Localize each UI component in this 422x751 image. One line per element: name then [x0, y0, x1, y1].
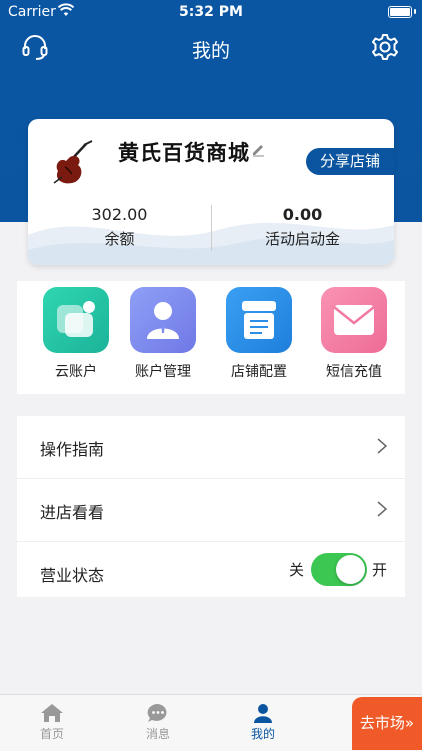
- grid-label-account-manage: 账户管理: [135, 364, 191, 380]
- toggle-on-label: 开: [371, 561, 387, 579]
- shop-card: 黄氏百货商城 分享店铺 302.00 余额 0.00 活动启动金: [28, 119, 394, 265]
- chevron-right-icon: [377, 501, 387, 517]
- message-icon: [147, 703, 167, 722]
- sms-recharge-icon: [321, 287, 387, 353]
- gear-icon[interactable]: [370, 32, 400, 62]
- activity-fund-value: 0.00: [282, 205, 323, 224]
- account-manage-icon: [130, 287, 196, 353]
- share-shop-button[interactable]: 分享店铺: [306, 148, 394, 175]
- tab-mine-label: 我的: [250, 727, 275, 741]
- grid-label-cloud-account: 云账户: [55, 364, 97, 380]
- home-icon: [41, 704, 63, 722]
- grid-item-shop-config[interactable]: 店铺配置: [219, 287, 299, 381]
- battery-icon: [388, 6, 412, 18]
- toggle-off-label: 关: [288, 561, 304, 579]
- grid-item-cloud-account[interactable]: 云账户: [36, 287, 116, 381]
- tab-messages[interactable]: 消息: [128, 703, 188, 742]
- grid-item-sms-recharge[interactable]: 短信充值: [314, 287, 394, 381]
- tab-home-label: 首页: [39, 727, 64, 741]
- edit-pencil-icon[interactable]: [250, 141, 266, 157]
- menu-row-visit-shop[interactable]: 进店看看: [17, 479, 405, 542]
- activity-fund-label: 活动启动金: [264, 230, 340, 248]
- business-status-label: 营业状态: [40, 566, 105, 585]
- menu-row-business-status: 营业状态 关 开: [17, 542, 405, 597]
- balance-stat[interactable]: 302.00 余额: [28, 205, 211, 249]
- double-chevron-right-icon: »: [404, 714, 415, 732]
- menu-row-guide[interactable]: 操作指南: [17, 416, 405, 479]
- settings-list: 操作指南 进店看看 营业状态 关 开: [17, 416, 405, 597]
- clock: 5:32 PM: [179, 4, 243, 20]
- cloud-account-icon: [43, 287, 109, 353]
- shop-logo-violin-icon: [53, 140, 93, 184]
- balance-label: 余额: [104, 230, 135, 248]
- person-icon: [254, 704, 272, 723]
- shop-name: 黄氏百货商城: [118, 141, 250, 165]
- grid-label-sms-recharge: 短信充值: [326, 364, 382, 380]
- activity-fund-stat[interactable]: 0.00 活动启动金: [211, 205, 394, 249]
- tab-home[interactable]: 首页: [22, 703, 82, 742]
- feature-grid: 云账户 账户管理 店铺配置 短信充值: [17, 281, 405, 394]
- visit-shop-label: 进店看看: [40, 503, 105, 522]
- toggle-knob: [336, 555, 365, 584]
- shop-config-icon: [226, 287, 292, 353]
- status-bar: Carrier 5:32 PM: [0, 0, 422, 24]
- grid-label-shop-config: 店铺配置: [231, 364, 287, 380]
- guide-label: 操作指南: [40, 440, 105, 459]
- go-market-button[interactable]: 去市场»: [352, 697, 422, 750]
- grid-item-account-manage[interactable]: 账户管理: [123, 287, 203, 381]
- balance-value: 302.00: [91, 205, 148, 224]
- tab-mine[interactable]: 我的: [233, 703, 293, 742]
- business-status-toggle[interactable]: [311, 553, 367, 586]
- chevron-right-icon: [377, 438, 387, 454]
- page-title: 我的: [191, 40, 230, 62]
- tab-messages-label: 消息: [145, 727, 170, 741]
- go-market-label: 去市场: [359, 714, 405, 732]
